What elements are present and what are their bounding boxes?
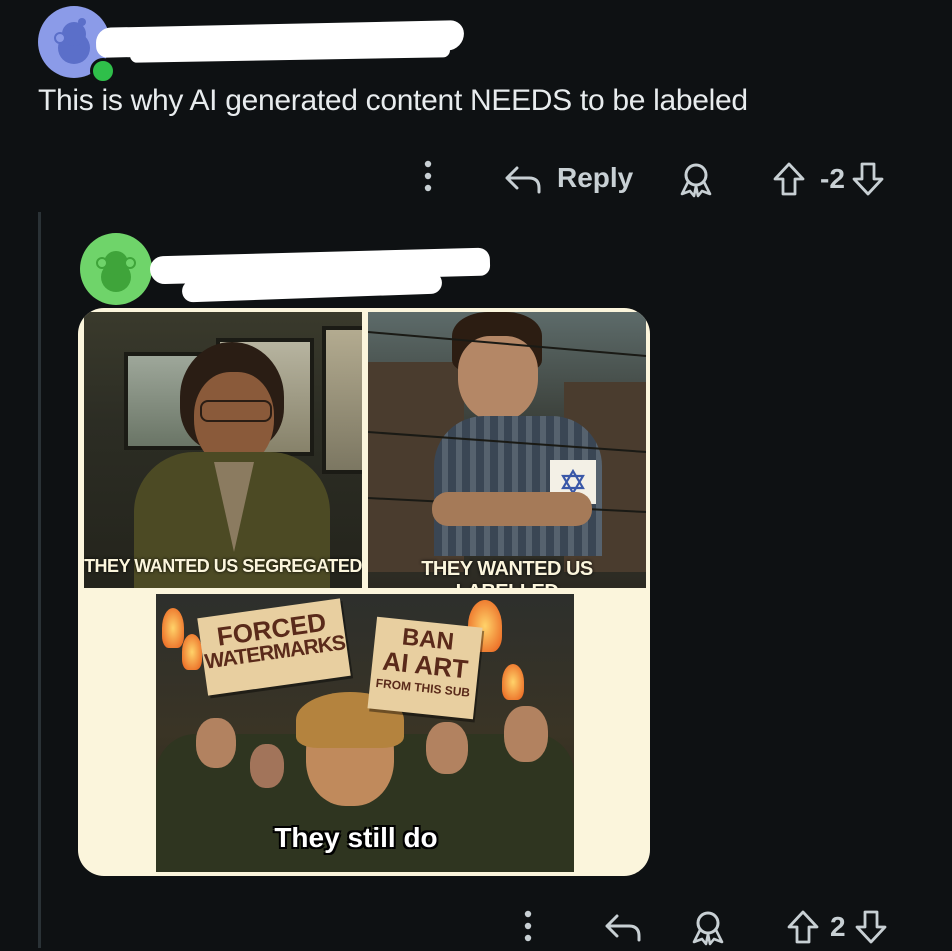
overflow-button-parent[interactable] — [418, 158, 438, 196]
glasses — [200, 400, 272, 422]
crowd-face — [250, 744, 284, 788]
upvote-icon[interactable] — [786, 909, 820, 945]
vote-group-child: 2 — [786, 908, 888, 946]
panel1-caption: THEY WANTED US SEGREGATED — [84, 556, 362, 576]
score-child: 2 — [830, 911, 846, 942]
comment-body-parent: This is why AI generated content NEEDS t… — [38, 84, 748, 117]
bus-window — [322, 326, 362, 474]
boy-hands — [432, 492, 592, 526]
crowd-face — [426, 722, 468, 774]
meme-panel-bus: THEY WANTED US SEGREGATED — [84, 312, 362, 588]
sign-forced-watermarks: FORCED WATERMARKS — [197, 598, 351, 696]
reply-icon — [505, 166, 541, 194]
crowd-face — [504, 706, 548, 762]
torch — [162, 608, 184, 648]
downvote-icon[interactable] — [851, 161, 885, 197]
online-indicator — [90, 58, 116, 84]
downvote-icon[interactable] — [854, 909, 888, 945]
panel3-caption: They still do — [274, 822, 438, 853]
award-button-parent[interactable] — [676, 160, 716, 198]
crowd-face — [196, 718, 236, 768]
vote-group-parent: -2 — [772, 160, 885, 198]
award-icon — [680, 163, 712, 198]
meme-image[interactable]: THEY WANTED US SEGREGATED THEY WANTED US… — [78, 308, 650, 876]
barbed-wire — [368, 331, 646, 513]
meme-panel-labelled: THEY WANTED US LABELLED — [368, 312, 646, 588]
reply-button-child[interactable] — [603, 910, 643, 942]
upvote-icon[interactable] — [772, 161, 806, 197]
torch — [502, 664, 524, 700]
reply-icon — [605, 914, 641, 942]
reply-button-parent[interactable]: Reply — [503, 160, 633, 196]
avatar-child[interactable] — [80, 233, 152, 305]
torch — [182, 634, 202, 670]
award-button-child[interactable] — [688, 908, 728, 946]
score-parent: -2 — [820, 163, 845, 194]
reply-label: Reply — [557, 162, 634, 193]
award-icon — [692, 911, 724, 946]
snoo-icon — [96, 251, 136, 292]
overflow-icon — [424, 160, 432, 192]
overflow-button-child[interactable] — [518, 908, 538, 946]
panel2-caption: THEY WANTED US LABELLED — [421, 558, 593, 588]
thread-line[interactable] — [38, 212, 41, 948]
overflow-icon — [524, 910, 532, 942]
meme-panel-mob: FORCED WATERMARKS BAN AI ART FROM THIS S… — [156, 594, 574, 872]
sign-ban-ai-art: BAN AI ART FROM THIS SUB — [367, 616, 483, 720]
